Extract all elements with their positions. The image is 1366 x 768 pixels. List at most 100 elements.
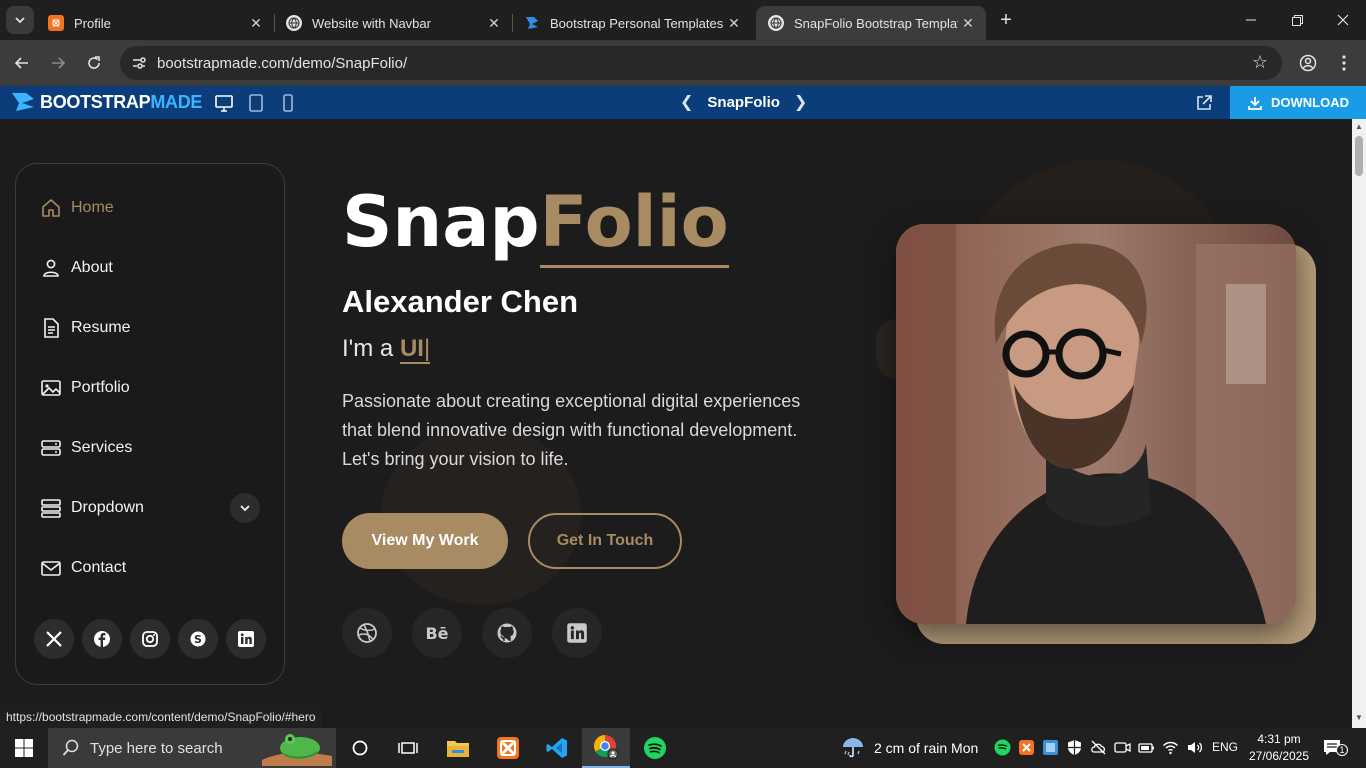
dropdown-toggle[interactable] bbox=[230, 493, 260, 523]
tab-profile[interactable]: ⊠ Profile ✕ bbox=[36, 6, 274, 40]
volume-icon[interactable] bbox=[1186, 739, 1203, 756]
bookmark-star-icon[interactable]: ☆ bbox=[1252, 52, 1268, 73]
behance-link[interactable]: Bē bbox=[412, 608, 462, 658]
taskbar-clock[interactable]: 4:31 pm 27/06/2025 bbox=[1248, 731, 1310, 765]
back-button[interactable] bbox=[7, 48, 37, 78]
instagram-icon bbox=[142, 631, 158, 647]
close-window-button[interactable] bbox=[1320, 0, 1366, 40]
spotify-icon bbox=[644, 737, 666, 759]
close-tab-icon[interactable]: ✕ bbox=[246, 13, 266, 33]
search-placeholder: Type here to search bbox=[90, 739, 223, 757]
taskbar-search-box[interactable]: Type here to search bbox=[48, 728, 336, 768]
chevron-down-icon bbox=[240, 505, 250, 512]
tablet-view-icon[interactable] bbox=[246, 93, 266, 113]
address-bar[interactable]: bootstrapmade.com/demo/SnapFolio/ ☆ bbox=[120, 46, 1282, 80]
tab-bootstrap-templates[interactable]: Bootstrap Personal Templates | B ✕ bbox=[512, 6, 752, 40]
scrollbar-thumb[interactable] bbox=[1355, 136, 1363, 176]
desktop-view-icon[interactable] bbox=[214, 93, 234, 113]
logo-text-made: MADE bbox=[150, 91, 203, 112]
cortana-button[interactable] bbox=[336, 728, 384, 768]
linkedin-link[interactable] bbox=[552, 608, 602, 658]
house-icon bbox=[42, 199, 60, 217]
tab-snapfolio[interactable]: SnapFolio Bootstrap Template D ✕ bbox=[756, 6, 986, 40]
bootstrapmade-logo-icon bbox=[12, 93, 34, 111]
dribbble-icon bbox=[357, 623, 377, 643]
system-tray bbox=[994, 739, 1203, 756]
next-template-icon[interactable]: ❯ bbox=[794, 92, 807, 112]
xampp-tray-icon[interactable] bbox=[1018, 739, 1035, 756]
sidebar-item-contact[interactable]: Contact bbox=[40, 553, 262, 583]
site-info-icon[interactable] bbox=[130, 54, 148, 72]
close-tab-icon[interactable]: ✕ bbox=[724, 13, 744, 33]
xampp-button[interactable] bbox=[484, 728, 532, 768]
chrome-button[interactable] bbox=[582, 728, 630, 768]
linkedin-icon bbox=[238, 631, 254, 647]
menu-button[interactable] bbox=[1329, 48, 1359, 78]
close-tab-icon[interactable]: ✕ bbox=[484, 13, 504, 33]
sidebar-item-services[interactable]: Services bbox=[40, 433, 262, 463]
typed-role: I'm a UI| bbox=[342, 335, 431, 364]
brand-title-part1: Snap bbox=[342, 181, 540, 263]
skype-link[interactable]: S bbox=[178, 619, 218, 659]
wifi-icon[interactable] bbox=[1162, 739, 1179, 756]
sidebar-item-portfolio[interactable]: Portfolio bbox=[40, 373, 262, 403]
view-my-work-button[interactable]: View My Work bbox=[342, 513, 508, 569]
spotify-button[interactable] bbox=[631, 728, 679, 768]
prev-template-icon[interactable]: ❮ bbox=[680, 92, 693, 112]
sidebar-item-about[interactable]: About bbox=[40, 253, 262, 283]
sidebar-item-label: Dropdown bbox=[71, 499, 144, 516]
input-language[interactable]: ENG bbox=[1212, 740, 1238, 754]
download-icon bbox=[1248, 96, 1262, 110]
sidebar-item-resume[interactable]: Resume bbox=[40, 313, 262, 343]
facebook-link[interactable] bbox=[82, 619, 122, 659]
url-text: bootstrapmade.com/demo/SnapFolio/ bbox=[157, 55, 408, 72]
tab-title: SnapFolio Bootstrap Template D bbox=[794, 15, 958, 31]
scroll-down-icon[interactable]: ▼ bbox=[1355, 713, 1363, 722]
scroll-up-icon[interactable]: ▲ bbox=[1355, 122, 1363, 131]
sidebar-item-home[interactable]: Home bbox=[40, 193, 262, 223]
cloud-offline-icon[interactable] bbox=[1090, 739, 1107, 756]
spotify-tray-icon[interactable] bbox=[994, 739, 1011, 756]
page-scrollbar[interactable]: ▲ ▼ bbox=[1352, 119, 1366, 728]
tab-website-with-navbar[interactable]: Website with Navbar ✕ bbox=[274, 6, 512, 40]
sidebar-item-dropdown[interactable]: Dropdown bbox=[40, 493, 262, 523]
arrow-left-icon bbox=[14, 57, 28, 69]
download-label: DOWNLOAD bbox=[1271, 95, 1349, 110]
vscode-button[interactable] bbox=[533, 728, 581, 768]
dribbble-link[interactable] bbox=[342, 608, 392, 658]
meet-now-icon[interactable] bbox=[1114, 739, 1131, 756]
forward-button[interactable] bbox=[43, 48, 73, 78]
reload-button[interactable] bbox=[79, 48, 109, 78]
github-link[interactable] bbox=[482, 608, 532, 658]
new-tab-button[interactable]: + bbox=[994, 8, 1018, 32]
restore-button[interactable] bbox=[1274, 0, 1320, 40]
tab-title: Website with Navbar bbox=[312, 15, 431, 31]
xampp-favicon-icon: ⊠ bbox=[48, 15, 64, 31]
weather-text: 2 cm of rain Mon bbox=[874, 740, 979, 756]
linkedin-link[interactable] bbox=[226, 619, 266, 659]
bootstrapmade-logo[interactable]: BOOTSTRAPMADE bbox=[10, 91, 202, 113]
mobile-view-icon[interactable] bbox=[278, 93, 298, 113]
minimize-button[interactable] bbox=[1228, 0, 1274, 40]
get-in-touch-button[interactable]: Get In Touch bbox=[528, 513, 682, 569]
profile-button[interactable] bbox=[1293, 48, 1323, 78]
app-tray-icon[interactable] bbox=[1042, 739, 1059, 756]
instagram-link[interactable] bbox=[130, 619, 170, 659]
bootstrapmade-bar: BOOTSTRAPMADE ❮ SnapFolio ❯ DOWNLOAD bbox=[0, 86, 1366, 119]
security-shield-icon[interactable] bbox=[1066, 739, 1083, 756]
sidebar-item-label: About bbox=[71, 259, 113, 276]
twitter-x-link[interactable] bbox=[34, 619, 74, 659]
chrome-icon bbox=[594, 735, 619, 760]
battery-icon[interactable] bbox=[1138, 739, 1155, 756]
tab-search-button[interactable] bbox=[6, 6, 34, 34]
close-tab-icon[interactable]: ✕ bbox=[958, 13, 978, 33]
start-button[interactable] bbox=[0, 728, 48, 768]
open-external-icon[interactable] bbox=[1194, 93, 1214, 113]
weather-widget[interactable]: 2 cm of rain Mon bbox=[840, 728, 978, 768]
download-button[interactable]: DOWNLOAD bbox=[1230, 86, 1366, 119]
file-explorer-button[interactable] bbox=[434, 728, 482, 768]
close-icon bbox=[1337, 14, 1349, 26]
notification-center-button[interactable]: 1 bbox=[1322, 738, 1348, 758]
task-view-button[interactable] bbox=[384, 728, 432, 768]
rain-umbrella-icon bbox=[843, 738, 863, 758]
